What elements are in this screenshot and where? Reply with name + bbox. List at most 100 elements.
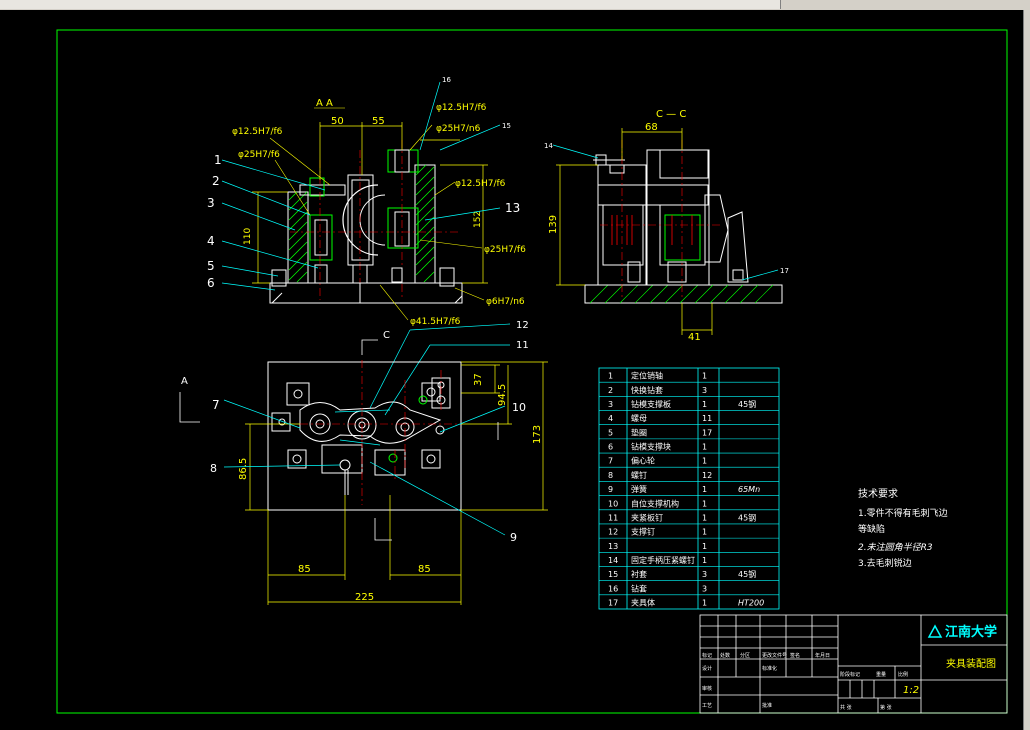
fit-12-5-top: φ12.5H7/f6 [436, 103, 487, 113]
tb-label-craft: 工艺 [702, 703, 712, 709]
tb-label-std: 标准化 [762, 665, 777, 672]
drawing-canvas[interactable]: A A 50 55 110 152 φ12.5H7/f6 φ25H7/f6 φ1… [0, 10, 1030, 730]
parts-row-no: 10 [608, 499, 618, 508]
parts-row-qty: 3 [702, 570, 707, 579]
dim-85-left: 85 [298, 564, 311, 575]
parts-row-material: 45钢 [738, 399, 756, 409]
parts-row-name: 钻模支撑块 [631, 442, 671, 452]
balloon-9: 9 [510, 531, 517, 544]
balloon-7: 7 [212, 398, 220, 412]
dim-50: 50 [331, 116, 344, 127]
dim-94-5: 94.5 [497, 384, 508, 406]
tb-label-weight: 重量 [876, 671, 886, 678]
plan-view [267, 360, 462, 511]
side-section-view [584, 140, 783, 304]
tech-req-line3: 2.未注圆角半径R3 [858, 542, 933, 553]
parts-row: 12 支撑钉 1 [608, 527, 707, 537]
parts-row: 16 钻套 3 [608, 583, 707, 593]
drawing-frame [56, 29, 1008, 714]
tb-label-count: 处数 [720, 652, 730, 659]
toolbar-segment[interactable] [70, 0, 201, 9]
parts-row-qty: 1 [702, 457, 707, 466]
dim-225: 225 [355, 592, 374, 603]
toolbar-segment[interactable] [660, 0, 781, 9]
toolbar-segment[interactable] [530, 0, 661, 9]
parts-row-name: 垫圈 [631, 427, 647, 437]
parts-row: 11 夹紧板钉 1 45钢 [608, 512, 756, 522]
balloon-8: 8 [210, 462, 217, 475]
tb-label-change: 更改文件号 [762, 652, 787, 659]
parts-row: 3 钻模支撑板 1 45钢 [608, 399, 756, 409]
balloon-6: 6 [207, 276, 215, 290]
section-label-cc: C — C [656, 109, 686, 120]
parts-row-no: 14 [608, 556, 618, 565]
parts-row-qty: 1 [702, 528, 707, 537]
balloon-10: 10 [512, 401, 526, 414]
parts-row: 6 钻模支撑块 1 [608, 442, 707, 452]
balloon-11: 11 [516, 340, 529, 351]
parts-row-name: 夹具体 [631, 598, 655, 608]
cad-drawing: A A 50 55 110 152 φ12.5H7/f6 φ25H7/f6 φ1… [56, 29, 1008, 714]
tb-label-check: 审核 [702, 685, 712, 692]
tb-label-zone: 分区 [740, 652, 750, 659]
tb-label-mark: 标记 [702, 652, 712, 659]
dim-152: 152 [473, 211, 483, 228]
parts-row: 9 弹簧 1 65Mn [608, 484, 760, 494]
toolbar-segment[interactable] [200, 0, 361, 9]
parts-row-no: 13 [608, 542, 618, 551]
parts-row-no: 17 [608, 599, 618, 608]
parts-row-material: 45钢 [738, 512, 756, 522]
parts-row-qty: 1 [702, 485, 707, 494]
dim-68: 68 [645, 122, 658, 133]
tech-req-line4: 3.去毛刺锐边 [858, 557, 912, 569]
parts-row-name: 夹紧板钉 [631, 512, 663, 522]
parts-row: 1 定位销轴 1 [608, 371, 707, 381]
parts-row-qty: 3 [702, 584, 707, 593]
parts-row: 8 螺钉 12 [608, 470, 712, 480]
toolbar-segment[interactable] [0, 0, 71, 9]
dim-173: 173 [532, 425, 543, 444]
dim-85-right: 85 [418, 564, 431, 575]
parts-list: 1 定位销轴 12 快换钻套 33 钻模支撑板 1 45钢4 螺母 115 垫圈 176 钻模支撑块 17… [599, 371, 779, 608]
section-marker-a: A [181, 376, 188, 387]
university-name: 江南大学 [945, 624, 997, 640]
parts-row-name: 支撑钉 [631, 527, 655, 537]
parts-row: 17 夹具体 1 HT200 [608, 598, 764, 608]
tb-label-stage: 阶段标记 [840, 671, 860, 678]
tb-label-date: 年月日 [815, 652, 830, 659]
parts-row-name: 固定手柄压紧螺钉 [631, 555, 695, 565]
parts-row-qty: 1 [702, 513, 707, 522]
tb-label-sheet: 第 张 [880, 704, 892, 711]
balloon-17: 17 [780, 267, 789, 275]
university-logo-icon [927, 624, 943, 638]
dim-55: 55 [372, 116, 385, 127]
parts-row-name: 偏心轮 [631, 456, 655, 466]
balloon-16: 16 [442, 76, 451, 84]
parts-row-no: 12 [608, 528, 618, 537]
dim-41: 41 [688, 332, 701, 343]
parts-row: 2 快换钻套 3 [608, 385, 707, 395]
parts-row-no: 15 [608, 570, 618, 579]
parts-row-no: 6 [608, 443, 613, 452]
parts-row-name: 螺母 [631, 413, 647, 423]
parts-row-qty: 1 [702, 556, 707, 565]
base-plate [269, 282, 463, 304]
parts-row-name: 衬套 [631, 569, 647, 579]
fit-25-right: φ25H7/f6 [484, 245, 526, 255]
drawing-name: 夹具装配图 [946, 657, 996, 670]
parts-row-qty: 1 [702, 542, 707, 551]
parts-row-no: 5 [608, 428, 613, 437]
parts-row: 7 偏心轮 1 [608, 456, 707, 466]
parts-row: 14 固定手柄压紧螺钉 1 [608, 555, 707, 565]
parts-row-name: 钻模支撑板 [631, 399, 671, 409]
parts-row-qty: 3 [702, 386, 707, 395]
dim-37: 37 [473, 373, 484, 386]
parts-row: 13 1 [608, 542, 707, 551]
balloon-12: 12 [516, 320, 529, 331]
section-label-aa: A A [316, 98, 333, 109]
parts-row-no: 16 [608, 584, 618, 593]
parts-row: 15 衬套 3 45钢 [608, 569, 756, 579]
balloon-15: 15 [502, 122, 511, 130]
toolbar-segment[interactable] [360, 0, 531, 9]
dim-86-5: 86.5 [238, 458, 249, 480]
